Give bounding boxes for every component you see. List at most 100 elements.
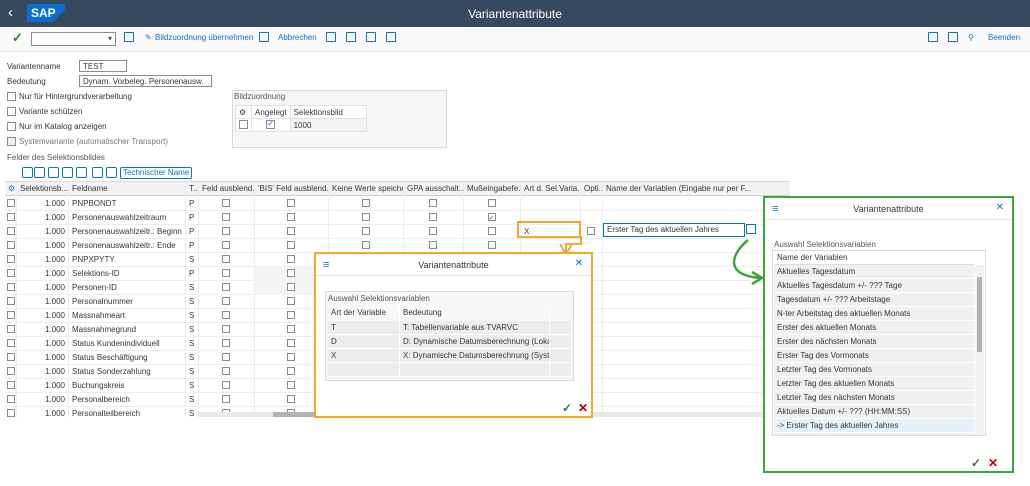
- toolbar-dropdown[interactable]: ▾: [31, 32, 116, 46]
- list-item[interactable]: T T: Tabellenvariable aus TVARVC: [328, 321, 572, 335]
- row-select-checkbox[interactable]: [7, 311, 15, 319]
- list-item[interactable]: Letzter Tag des aktuellen Jahres: [774, 433, 974, 435]
- grid-column-header[interactable]: Selektionsb...: [17, 182, 69, 196]
- option-checkbox[interactable]: [222, 297, 230, 305]
- schuetzen-checkbox[interactable]: [7, 107, 16, 116]
- table-settings-icon[interactable]: ⚙: [235, 105, 252, 119]
- option-checkbox[interactable]: [429, 213, 437, 221]
- next-page-icon[interactable]: [366, 32, 376, 42]
- grid-column-header[interactable]: 'BIS' Feld ausblend...: [255, 182, 329, 196]
- export-icon[interactable]: [106, 167, 117, 178]
- option-checkbox[interactable]: [287, 283, 295, 291]
- option-checkbox[interactable]: [287, 241, 295, 249]
- option-checkbox[interactable]: [287, 213, 295, 221]
- option-checkbox[interactable]: [487, 227, 496, 235]
- info-icon[interactable]: [259, 32, 269, 42]
- grid-column-header[interactable]: Mußeingabefe...: [464, 182, 521, 196]
- grid-settings-icon[interactable]: ⚙: [5, 182, 17, 196]
- row-select[interactable]: [235, 118, 252, 132]
- f4-help-icon[interactable]: [746, 224, 756, 234]
- option-checkbox[interactable]: [287, 255, 295, 263]
- art-variable-cell[interactable]: [521, 197, 581, 211]
- option-checkbox[interactable]: [222, 395, 230, 403]
- option-checkbox[interactable]: [287, 269, 295, 277]
- option-checkbox[interactable]: [487, 199, 496, 207]
- grid-column-header[interactable]: Keine Werte speiche...: [329, 182, 404, 196]
- angelegt-checkbox[interactable]: [266, 119, 276, 129]
- option-checkbox[interactable]: [222, 255, 230, 263]
- row-checkbox[interactable]: [239, 119, 248, 129]
- filter-icon[interactable]: [62, 167, 73, 178]
- first-page-icon[interactable]: [326, 32, 336, 42]
- row-select-checkbox[interactable]: [7, 213, 15, 221]
- option-checkbox[interactable]: [287, 367, 295, 375]
- technischer-name-button[interactable]: Technischer Name: [120, 167, 193, 179]
- option-checkbox[interactable]: [429, 227, 437, 235]
- confirm-check-icon[interactable]: ✓: [12, 30, 23, 46]
- bedeutung-field[interactable]: Dynam. Vorbeleg. Personenausw.: [79, 75, 212, 87]
- row-select-checkbox[interactable]: [7, 199, 15, 207]
- list-item[interactable]: -> Erster Tag des aktuellen Jahres: [774, 419, 974, 433]
- save-icon[interactable]: [124, 32, 134, 42]
- option-checkbox[interactable]: [361, 213, 370, 221]
- row-select-checkbox[interactable]: [7, 353, 15, 361]
- option-checkbox[interactable]: [429, 241, 437, 249]
- list-item[interactable]: Tagesdatum +/- ??? Arbeitstage: [774, 293, 974, 307]
- option-checkbox[interactable]: [222, 241, 230, 249]
- list-item[interactable]: D D: Dynamische Datumsberechnung (Loka...: [328, 335, 572, 349]
- option-checkbox[interactable]: [287, 381, 295, 389]
- option-checkbox[interactable]: [287, 227, 295, 235]
- option-checkbox[interactable]: [222, 367, 230, 375]
- list-item[interactable]: Letzter Tag des nächsten Monats: [774, 391, 974, 405]
- variablen-name-field[interactable]: Erster Tag des aktuellen Jahres: [603, 223, 745, 237]
- row-select-checkbox[interactable]: [7, 339, 15, 347]
- settings-icon[interactable]: ⚲: [968, 33, 974, 42]
- option-checkbox[interactable]: [222, 339, 230, 347]
- ok-check-icon[interactable]: ✓: [562, 401, 572, 415]
- abbrechen-button[interactable]: Abbrechen: [278, 33, 317, 42]
- f4-value-icon[interactable]: [587, 227, 595, 235]
- list-item[interactable]: X X: Dynamische Datumsberechnung (Syste..…: [328, 349, 572, 363]
- option-checkbox[interactable]: [222, 269, 230, 277]
- option-checkbox[interactable]: [222, 213, 230, 221]
- row-select-checkbox[interactable]: [7, 325, 15, 333]
- close-icon[interactable]: ✕: [575, 258, 583, 269]
- table-row[interactable]: 1.000 Personenauswahlzeitr.: Ende P: [5, 239, 790, 253]
- grid-column-header[interactable]: Opti...: [581, 182, 603, 196]
- last-page-icon[interactable]: [386, 32, 396, 42]
- grid-column-header[interactable]: Feldname: [69, 182, 186, 196]
- close-icon[interactable]: ✕: [996, 202, 1004, 213]
- cancel-x-icon[interactable]: ✕: [988, 456, 998, 470]
- row-select-checkbox[interactable]: [7, 269, 15, 277]
- list-item[interactable]: [328, 363, 572, 377]
- list-item[interactable]: Letzter Tag des Vormonats: [774, 363, 974, 377]
- option-checkbox[interactable]: [487, 212, 496, 225]
- vertical-scrollbar[interactable]: [975, 265, 984, 435]
- row-select-checkbox[interactable]: [7, 255, 15, 263]
- option-checkbox[interactable]: [222, 283, 230, 291]
- art-variable-cell[interactable]: [521, 239, 581, 253]
- option-checkbox[interactable]: [222, 353, 230, 361]
- scroll-thumb[interactable]: [977, 277, 982, 352]
- find-icon[interactable]: [48, 167, 59, 178]
- sum-icon[interactable]: [76, 167, 87, 178]
- previous-page-icon[interactable]: [346, 32, 356, 42]
- option-checkbox[interactable]: [222, 381, 230, 389]
- row-select-checkbox[interactable]: [7, 227, 15, 235]
- list-item[interactable]: Erster des aktuellen Monats: [774, 321, 974, 335]
- align-icon[interactable]: [22, 167, 33, 178]
- grid-column-header[interactable]: GPA ausschalt...: [404, 182, 464, 196]
- row-select-checkbox[interactable]: [7, 297, 15, 305]
- list-item[interactable]: Erster des nächsten Monats: [774, 335, 974, 349]
- list-item[interactable]: Aktuelles Tagesdatum +/- ??? Tage: [774, 279, 974, 293]
- list-item[interactable]: N-ter Arbeitstag des aktuellen Monats: [774, 307, 974, 321]
- option-checkbox[interactable]: [361, 199, 370, 207]
- option-checkbox[interactable]: [222, 199, 230, 207]
- grid-column-header[interactable]: T...: [186, 182, 199, 196]
- row-select-checkbox[interactable]: [7, 367, 15, 375]
- table-row[interactable]: 1.000 PNPBONDT P: [5, 197, 790, 211]
- option-checkbox[interactable]: [287, 311, 295, 319]
- row-select-checkbox[interactable]: [7, 409, 15, 417]
- list-item[interactable]: Aktuelles Datum +/- ??? (HH:MM:SS): [774, 405, 974, 419]
- option-checkbox[interactable]: [222, 325, 230, 333]
